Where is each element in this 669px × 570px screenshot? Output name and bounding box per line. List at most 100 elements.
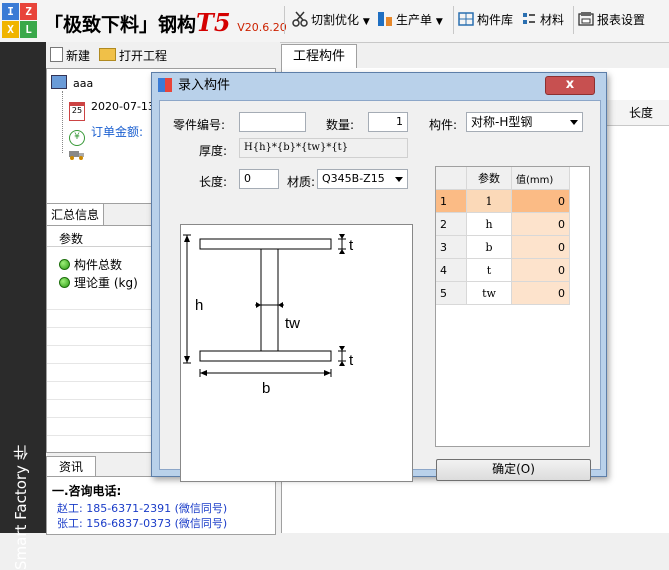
component-library-label: 构件库 [477,13,514,27]
status-dot-icon [59,259,70,270]
part-no-label: 零件编号: [173,118,226,132]
open-project-label: 打开工程 [119,49,168,63]
thickness-field: H{h}*{b}*{tw}*{t} [239,138,408,158]
component-type-select[interactable]: 对称-H型钢 [466,112,583,132]
dim-label-b: b [262,380,270,397]
web [260,248,279,352]
top-bar: I Z X L 「极致下料」钢构T5 V20.6.20 切割优化 ▼ 生产单 ▼… [0,0,669,43]
enter-component-dialog: 录入构件 x 零件编号: 数量: 1 厚度: H{h}*{b}*{tw}*{t}… [151,72,607,482]
info-heading: 一.咨询电话: [52,484,122,498]
logo-letter: L [20,21,37,38]
dim-label-t-top: t [349,237,354,254]
new-label: 新建 [66,49,91,63]
summary-item-label: 理论重 (kg) [74,276,138,290]
app-logo: I Z X L [2,3,38,39]
part-no-input[interactable] [239,112,306,132]
tree-root[interactable]: aaa [51,75,93,90]
table-row[interactable]: 3 b 0 [436,235,570,259]
dialog-titlebar[interactable]: 录入构件 [158,73,230,99]
tree-line [62,91,64,153]
new-button[interactable]: 新建 [50,47,90,64]
library-icon [458,11,474,27]
param-value-cell[interactable]: 0 [511,212,570,236]
dialog-app-icon [158,78,172,92]
tab-summary[interactable]: 汇总信息 [46,203,104,226]
contact-line: 张工: 156-6837-0373 (微信同号) [57,517,228,530]
length-column-header[interactable]: 长度 [604,100,669,126]
chevron-down-icon [395,177,403,182]
version-label: V20.6.20 [237,21,287,34]
table-row[interactable]: 2 h 0 [436,212,570,236]
production-order-label: 生产单 [396,13,433,27]
h-beam-drawing: t h tw t b [183,234,354,397]
material-label: 材质: [287,175,316,189]
cut-optimize-button[interactable]: 切割优化 ▼ [292,10,370,30]
table-row[interactable]: 4 t 0 [436,258,570,282]
param-name: 1 [466,189,512,213]
length-input[interactable]: 0 [239,169,279,189]
param-value-cell[interactable]: 0 [511,258,570,282]
tree-root-label: aaa [73,77,94,90]
open-project-button[interactable]: 打开工程 [99,47,167,64]
project-icon [51,75,67,89]
material-select[interactable]: Q345B-Z15 [317,169,408,189]
thickness-label: 厚度: [199,144,228,158]
close-icon: x [565,77,575,92]
money-icon: ¥ [69,130,85,146]
param-value-cell[interactable]: 0 [511,189,570,213]
cut-icon [292,11,308,27]
component-library-button[interactable]: 构件库 [458,10,513,30]
param-value-cell[interactable]: 0 [511,281,570,305]
length-label: 长度: [199,175,228,189]
status-dot-icon [59,277,70,288]
tree-item-date[interactable]: 25 2020-07-13 [69,99,155,121]
component-type-value: 对称-H型钢 [471,115,533,129]
dialog-title: 录入构件 [178,78,231,93]
param-name: tw [466,281,512,305]
table-row[interactable]: 5 tw 0 [436,281,570,305]
material-select-value: Q345B-Z15 [322,172,385,185]
table-row[interactable]: 1 1 0 [436,189,570,213]
h-beam-diagram: t h tw t b [180,224,413,482]
tree-item-order-amount[interactable]: ¥ 订单金额: [69,123,143,146]
dialog-body: 零件编号: 数量: 1 厚度: H{h}*{b}*{tw}*{t} 长度: 0 … [159,100,601,482]
material-button[interactable]: 材料 [521,10,564,30]
top-flange [199,238,332,250]
tab-info[interactable]: 资讯 [46,456,96,477]
logo-letter: Z [20,3,37,20]
toolbar-divider [573,6,574,34]
param-name: h [466,212,512,236]
info-panel: 一.咨询电话: 赵工: 185-6371-2391 (微信同号) 张工: 156… [46,476,276,535]
brand-name: 「极致下料」钢构 [44,14,197,36]
folder-icon [99,48,116,61]
side-strip-label: Smart Factory 件 [12,445,30,570]
row-index: 3 [436,235,467,259]
side-strip: Smart Factory 件 [0,42,46,570]
report-settings-label: 报表设置 [597,13,646,27]
parameter-table: 参数 值(mm) 1 1 0 2 h 0 3 b 0 4 t 0 5 tw 0 [435,166,590,447]
ok-button[interactable]: 确定(O) [436,459,591,481]
production-icon [377,11,393,27]
report-settings-button[interactable]: 报表设置 [578,10,645,30]
param-value-cell[interactable]: 0 [511,235,570,259]
toolbar-divider [453,6,454,34]
dim-label-tw: tw [285,315,300,332]
dim-label-t-bottom: t [349,352,354,369]
material-label: 材料 [540,13,565,27]
brand-t5: T5 [196,8,231,37]
table-header-index [436,167,467,190]
summary-item: 构件总数 [59,256,122,273]
dim-label-h: h [195,297,203,314]
row-index: 2 [436,212,467,236]
quantity-label: 数量: [326,118,355,132]
contact-line: 赵工: 185-6371-2391 (微信同号) [57,502,228,515]
truck-icon [69,149,85,163]
row-index: 4 [436,258,467,282]
file-toolbar: 新建 打开工程 [46,42,280,68]
quantity-input[interactable]: 1 [368,112,408,132]
component-label: 构件: [429,118,458,132]
close-button[interactable]: x [545,76,595,95]
production-order-button[interactable]: 生产单 ▼ [377,10,443,30]
tab-project-components[interactable]: 工程构件 [281,44,357,69]
new-file-icon [50,47,63,62]
